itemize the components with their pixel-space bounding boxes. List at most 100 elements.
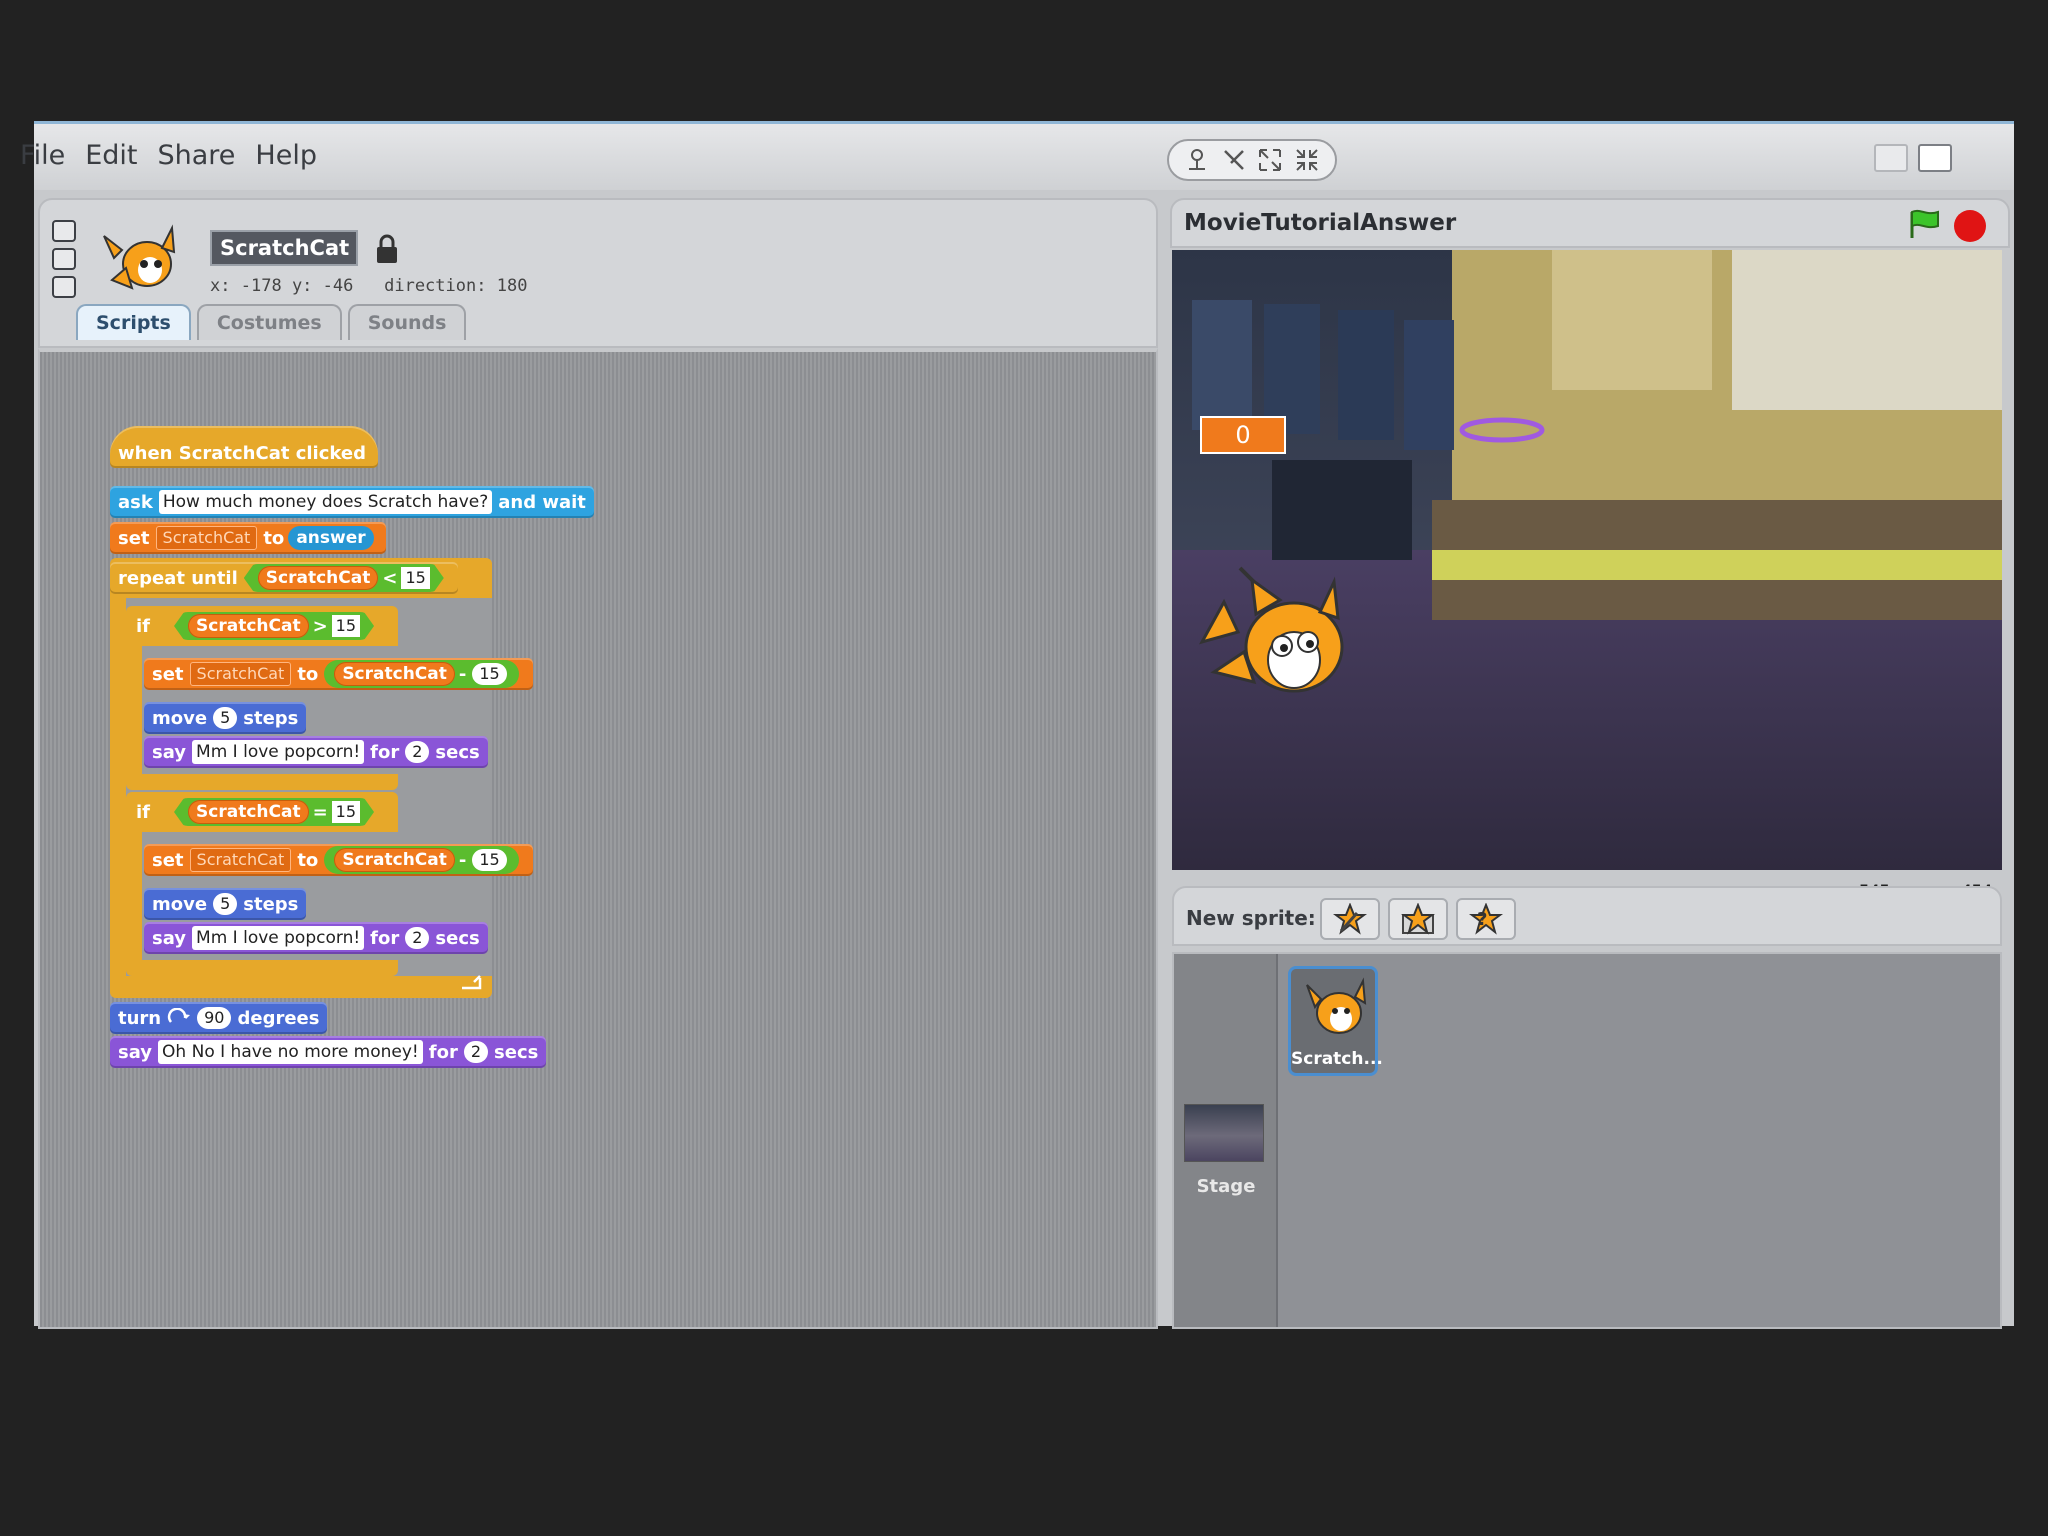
minus-symbol: - [458,663,467,685]
stage-thumbnail[interactable] [1184,1104,1264,1162]
menu-help[interactable]: Help [255,138,317,174]
number-input[interactable]: 15 [472,663,507,685]
set-label: set [152,849,184,871]
shrink-icon[interactable] [1294,147,1320,173]
surprise-sprite-button[interactable]: ? [1456,898,1516,940]
answer-reporter[interactable]: answer [288,526,374,550]
menu-file[interactable]: File [20,138,65,174]
lock-icon[interactable] [375,234,399,264]
question-star-icon: ? [1469,903,1503,935]
variable-reporter[interactable]: ScratchCat [188,800,309,824]
variable-monitor[interactable]: 0 [1200,416,1286,454]
paint-new-sprite-button[interactable] [1320,898,1380,940]
steps-label: steps [243,707,299,729]
tab-scripts[interactable]: Scripts [76,304,191,340]
to-label: to [263,527,285,549]
variable-dropdown[interactable]: ScratchCat [155,526,258,550]
scratch-cat-sprite-icon[interactable] [1194,562,1364,712]
sprite-tile-scratchcat[interactable]: Scratch... [1288,966,1383,1076]
scripts-area[interactable]: when ScratchCat clicked ask How much mon… [38,348,1158,1329]
presentation-mode-button[interactable] [1962,144,1996,172]
steps-label: steps [243,893,299,915]
set-variable-block-2[interactable]: set ScratchCat to ScratchCat - 15 [144,658,533,690]
greater-than-operator[interactable]: ScratchCat > 15 [174,612,374,640]
number-input[interactable]: 15 [332,615,360,637]
subtract-operator[interactable]: ScratchCat - 15 [324,846,519,874]
secs-input[interactable]: 2 [405,741,430,763]
equals-operator[interactable]: ScratchCat = 15 [174,798,374,826]
say-for-secs-block-1[interactable]: say Mm I love popcorn! for 2 secs [144,736,488,768]
sprite-name-field[interactable]: ScratchCat [210,230,358,266]
say-text-input[interactable]: Mm I love popcorn! [192,926,365,950]
normal-stage-mode-button[interactable] [1918,144,1952,172]
sprite-x-label: x: [210,276,231,296]
sprite-x-value: -178 [240,276,282,296]
variable-reporter[interactable]: ScratchCat [334,662,455,686]
set-variable-block-3[interactable]: set ScratchCat to ScratchCat - 15 [144,844,533,876]
less-than-operator[interactable]: ScratchCat < 15 [244,564,444,592]
stop-sign-icon[interactable] [1954,210,1986,242]
variable-reporter[interactable]: ScratchCat [334,848,455,872]
variable-reporter[interactable]: ScratchCat [188,614,309,638]
sprite-y-label: y: [291,276,313,296]
grow-icon[interactable] [1257,147,1283,173]
turn-degrees-block[interactable]: turn 90 degrees [110,1002,328,1034]
secs-input[interactable]: 2 [405,927,430,949]
repeat-until-label: repeat until [118,567,238,589]
variable-reporter[interactable]: ScratchCat [258,566,379,590]
to-label: to [297,663,319,685]
number-input[interactable]: 15 [401,567,429,589]
steps-input[interactable]: 5 [213,707,238,729]
say-for-secs-block-2[interactable]: say Mm I love popcorn! for 2 secs [144,922,488,954]
move-steps-block-1[interactable]: move 5 steps [144,702,307,734]
subtract-operator[interactable]: ScratchCat - 15 [324,660,519,688]
say-for-secs-block-3[interactable]: say Oh No I have no more money! for 2 se… [110,1036,547,1068]
if-label: if [136,615,151,637]
degrees-input[interactable]: 90 [197,1007,232,1029]
number-input[interactable]: 15 [332,801,360,823]
stage-label: Stage [1196,1176,1256,1197]
steps-input[interactable]: 5 [213,893,238,915]
for-label: for [428,1041,458,1063]
set-variable-block-1[interactable]: set ScratchCat to answer [110,522,386,554]
variable-dropdown[interactable]: ScratchCat [189,662,292,686]
to-label: to [297,849,319,871]
choose-sprite-from-file-button[interactable] [1388,898,1448,940]
variable-dropdown[interactable]: ScratchCat [189,848,292,872]
folder-star-icon [1401,903,1435,935]
sprite-y-value: -46 [322,276,354,296]
say-text-input[interactable]: Oh No I have no more money! [158,1040,423,1064]
ask-and-wait-block[interactable]: ask How much money does Scratch have? an… [110,486,594,518]
new-sprite-label: New sprite: [1186,906,1316,930]
sprite-direction-value: 180 [496,276,528,296]
duplicate-stamp-icon[interactable] [1184,147,1210,173]
rotate-all-around-button[interactable] [52,220,76,242]
new-sprite-bar: New sprite: ? [1172,886,2002,946]
project-title: MovieTutorialAnswer [1184,210,1457,236]
stage-canvas[interactable]: 0 [1172,250,2002,870]
no-rotate-button[interactable] [52,276,76,298]
sprite-coordinates: x: -178 y: -46 direction: 180 [210,276,527,296]
when-sprite-clicked-block[interactable]: when ScratchCat clicked [110,426,378,468]
if-header-1[interactable]: if ScratchCat > 15 [128,610,388,642]
for-label: for [370,741,400,763]
say-text-input[interactable]: Mm I love popcorn! [192,740,365,764]
secs-input[interactable]: 2 [463,1041,489,1063]
loop-arrow-icon [462,975,482,990]
move-label: move [152,893,208,915]
number-input[interactable]: 15 [472,849,507,871]
repeat-until-header[interactable]: repeat until ScratchCat < 15 [110,562,458,594]
tab-sounds[interactable]: Sounds [347,304,467,340]
green-flag-icon[interactable] [1906,208,1942,240]
delete-scissors-icon[interactable] [1221,147,1247,173]
move-steps-block-2[interactable]: move 5 steps [144,888,307,920]
if-header-2[interactable]: if ScratchCat = 15 [128,796,388,828]
small-stage-mode-button[interactable] [1874,144,1908,172]
menu-edit[interactable]: Edit [85,138,137,174]
menu-share[interactable]: Share [157,138,235,174]
ask-text-input[interactable]: How much money does Scratch have? [158,490,493,514]
lt-symbol: < [382,567,398,589]
turn-clockwise-icon [168,1008,191,1023]
tab-costumes[interactable]: Costumes [196,304,342,340]
left-right-flip-button[interactable] [52,248,76,270]
